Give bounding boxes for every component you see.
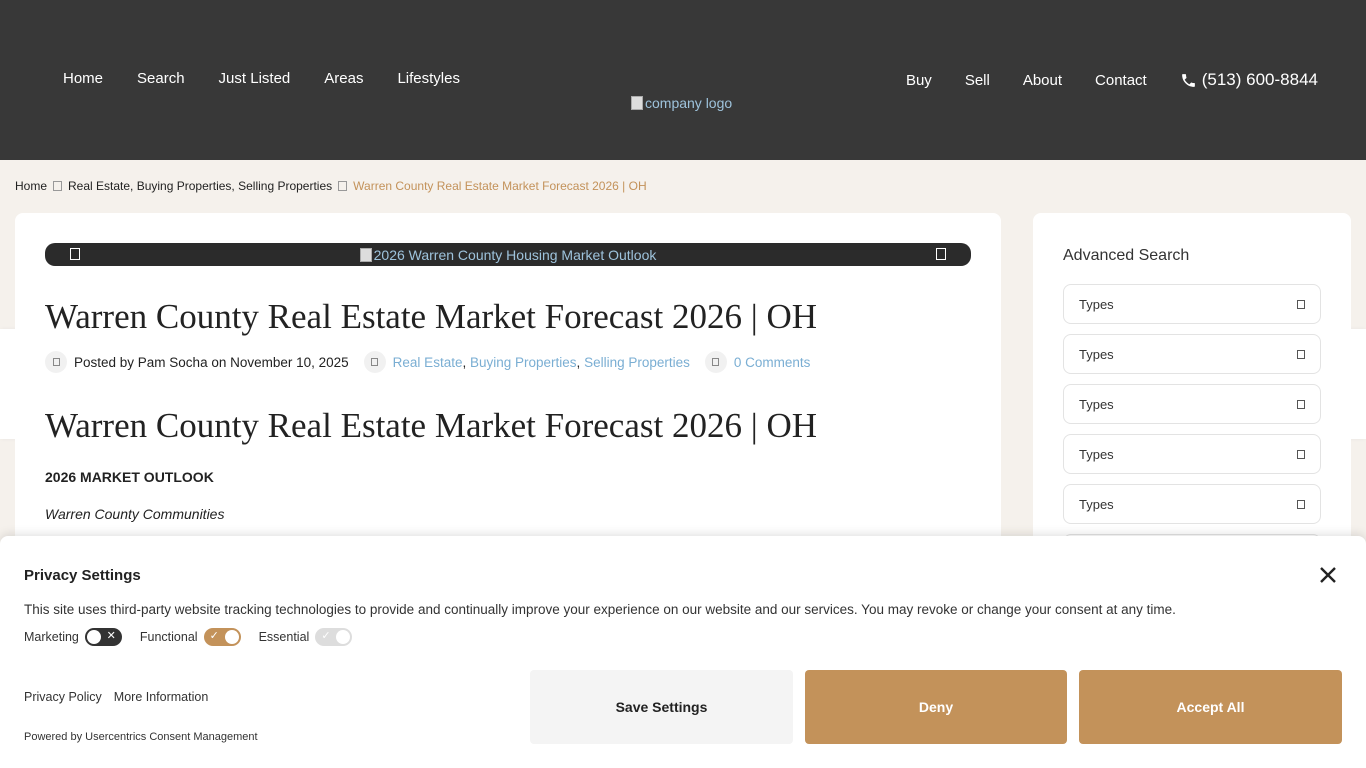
consent-toggles: Marketing ✕ Functional ✓ Essential ✓ <box>24 628 370 646</box>
phone-link[interactable]: (513) 600-8844 <box>1180 70 1318 90</box>
chevron-down-icon <box>1297 299 1305 309</box>
breadcrumb-current: Warren County Real Estate Market Forecas… <box>353 179 647 193</box>
slider-prev-icon[interactable] <box>70 248 80 260</box>
breadcrumb: Home Real Estate, Buying Properties, Sel… <box>15 179 647 193</box>
user-icon <box>45 351 67 373</box>
essential-toggle: ✓ <box>315 628 353 646</box>
select-value: Types <box>1079 296 1114 312</box>
image-slider: 2026 Warren County Housing Market Outloo… <box>45 243 971 266</box>
nav-search[interactable]: Search <box>137 70 185 87</box>
nav-left: Home Search Just Listed Areas Lifestyles <box>63 70 460 87</box>
marketing-label: Marketing <box>24 630 79 644</box>
select-value: Types <box>1079 346 1114 362</box>
content-heading: Warren County Real Estate Market Forecas… <box>45 406 818 445</box>
deny-button[interactable]: Deny <box>805 670 1067 744</box>
more-information-link[interactable]: More Information <box>114 690 208 704</box>
essential-label: Essential <box>258 630 310 644</box>
x-icon: ✕ <box>106 630 116 642</box>
category-link[interactable]: Real Estate <box>393 355 463 370</box>
chevron-right-icon <box>338 181 348 191</box>
nav-sell[interactable]: Sell <box>965 72 990 89</box>
post-meta: Posted by Pam Socha on November 10, 2025… <box>45 351 825 373</box>
market-outlook-label: 2026 MARKET OUTLOOK <box>45 469 214 485</box>
select-value: Types <box>1079 396 1114 412</box>
phone-number: (513) 600-8844 <box>1201 70 1318 89</box>
functional-toggle[interactable]: ✓ <box>203 628 241 646</box>
nav-lifestyles[interactable]: Lifestyles <box>397 70 460 87</box>
nav-contact[interactable]: Contact <box>1095 72 1147 89</box>
phone-icon <box>1181 73 1195 87</box>
broken-image-icon <box>359 247 372 262</box>
nav-just-listed[interactable]: Just Listed <box>219 70 291 87</box>
post-title: Warren County Real Estate Market Forecas… <box>45 297 818 336</box>
types-select[interactable]: Types <box>1063 384 1321 424</box>
check-icon: ✓ <box>321 630 331 642</box>
select-value: Types <box>1079 496 1114 512</box>
slider-next-icon[interactable] <box>936 248 946 260</box>
chevron-right-icon <box>53 181 63 191</box>
breadcrumb-categories[interactable]: Real Estate, Buying Properties, Selling … <box>68 179 332 193</box>
advanced-search-title: Advanced Search <box>1063 247 1190 264</box>
select-value: Types <box>1079 446 1114 462</box>
marketing-toggle[interactable]: ✕ <box>84 628 122 646</box>
nav-areas[interactable]: Areas <box>324 70 363 87</box>
nav-right: Buy Sell About Contact (513) 600-8844 <box>906 70 1318 90</box>
chevron-down-icon <box>1297 349 1305 359</box>
chevron-down-icon <box>1297 399 1305 409</box>
communities-label: Warren County Communities <box>45 506 225 522</box>
category-link[interactable]: Selling Properties <box>584 355 690 370</box>
save-settings-button[interactable]: Save Settings <box>530 670 793 744</box>
accept-all-button[interactable]: Accept All <box>1079 670 1342 744</box>
types-select[interactable]: Types <box>1063 284 1321 324</box>
comment-icon <box>704 351 727 373</box>
comments-link[interactable]: 0 Comments <box>734 355 811 370</box>
privacy-policy-link[interactable]: Privacy Policy <box>24 690 102 704</box>
company-logo-alt: company logo <box>645 95 733 111</box>
types-select[interactable]: Types <box>1063 484 1321 524</box>
broken-image-icon <box>631 96 643 110</box>
slider-image-alt: 2026 Warren County Housing Market Outloo… <box>373 246 657 263</box>
privacy-consent-banner: Privacy Settings This site uses third-pa… <box>0 536 1366 768</box>
consent-title: Privacy Settings <box>24 567 141 584</box>
folder-icon <box>363 351 386 373</box>
company-logo[interactable]: company logo <box>631 95 732 111</box>
site-header: Home Search Just Listed Areas Lifestyles… <box>0 0 1366 160</box>
types-select[interactable]: Types <box>1063 334 1321 374</box>
nav-home[interactable]: Home <box>63 70 103 87</box>
functional-label: Functional <box>139 630 198 644</box>
check-icon: ✓ <box>209 630 219 642</box>
chevron-down-icon <box>1297 499 1305 509</box>
powered-by: Powered by Usercentrics Consent Manageme… <box>24 731 258 743</box>
slider-image: 2026 Warren County Housing Market Outloo… <box>359 246 657 263</box>
nav-buy[interactable]: Buy <box>906 72 932 89</box>
close-icon[interactable] <box>1316 563 1340 587</box>
category-link[interactable]: Buying Properties <box>470 355 577 370</box>
consent-description: This site uses third-party website track… <box>24 602 1176 617</box>
chevron-down-icon <box>1297 449 1305 459</box>
posted-by: Posted by Pam Socha on November 10, 2025 <box>74 354 349 370</box>
nav-about[interactable]: About <box>1023 72 1062 89</box>
types-select[interactable]: Types <box>1063 434 1321 474</box>
consent-links: Privacy Policy More Information <box>24 690 208 704</box>
breadcrumb-home[interactable]: Home <box>15 179 47 193</box>
